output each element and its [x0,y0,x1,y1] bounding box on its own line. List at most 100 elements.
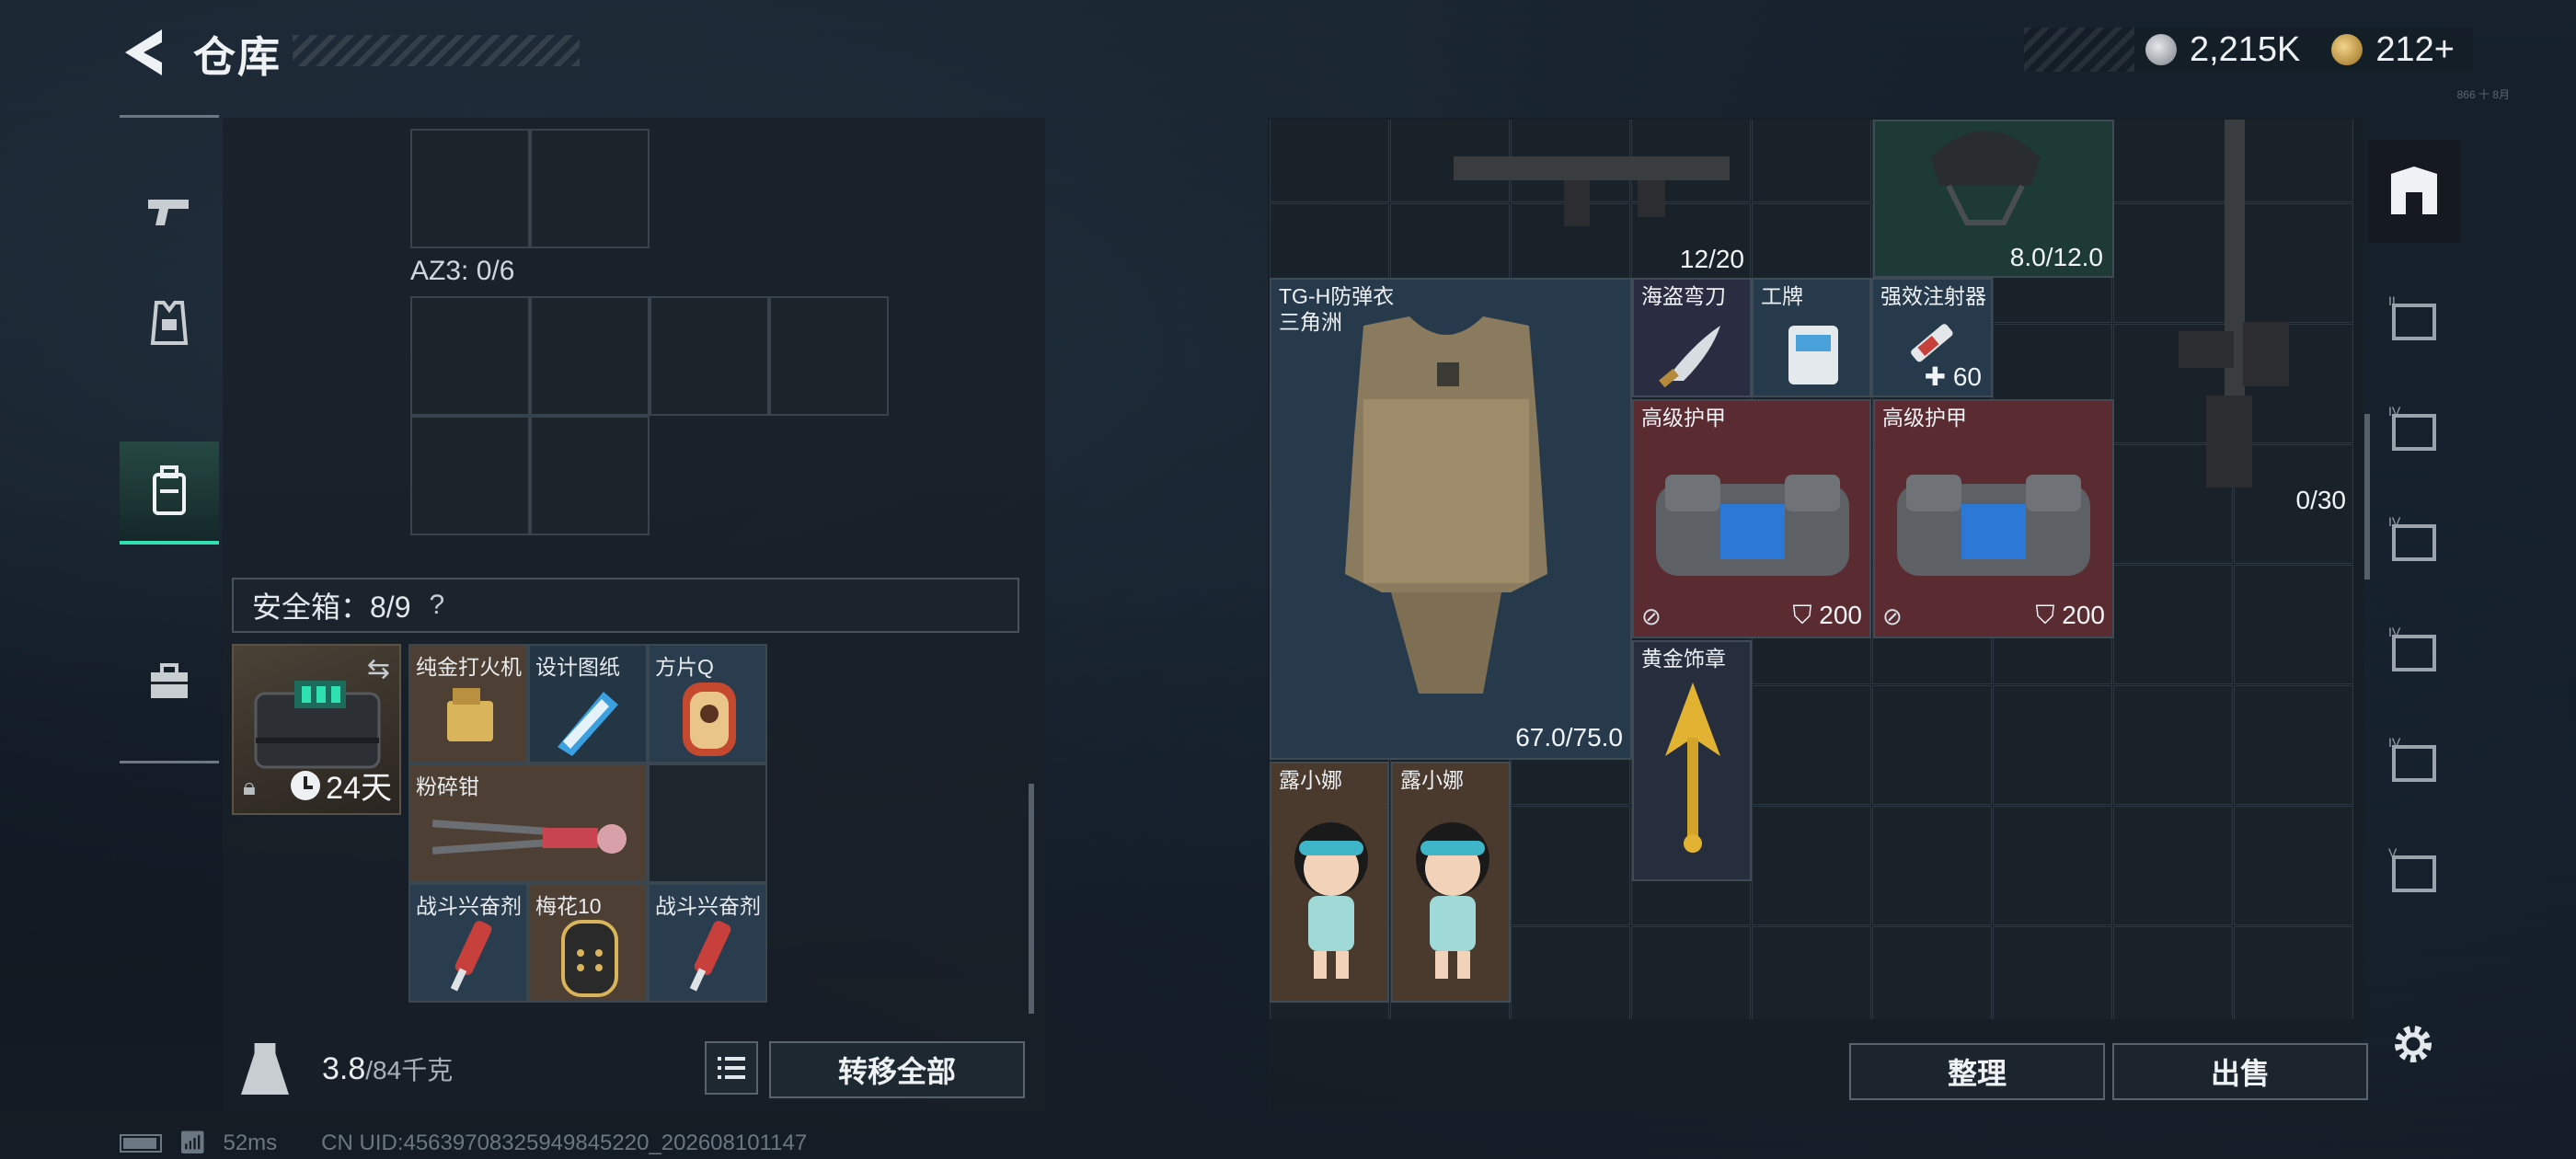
az3-slot[interactable] [530,296,650,416]
container-slot[interactable] [410,129,530,248]
smg-icon [1454,156,1730,226]
item-gold-lighter[interactable]: 纯金打火机 [408,644,528,763]
stash-grid-cell[interactable] [2234,565,2353,684]
stash-grid-cell[interactable] [1752,685,1871,805]
rail-top-line [120,115,219,118]
item-badge[interactable]: 工牌 [1752,278,1871,397]
stash-grid-cell[interactable] [1993,685,2112,805]
rail-item-armor[interactable] [120,271,219,374]
az3-slot[interactable] [410,416,530,535]
item-stimulant[interactable]: 战斗兴奋剂 [408,883,528,1003]
item-advanced-armor-1[interactable]: 高级护甲 ⊘ ⛉ 200 [1632,399,1871,638]
item-luna-figure-1[interactable]: 露小娜 [1270,762,1389,1003]
battery-icon [120,1133,162,1153]
armor-value: 200 [2062,601,2105,629]
item-body-armor[interactable]: TG-H防弹衣 三角洲 67.0/75.0 [1270,278,1632,760]
item-name: 工牌 [1761,284,1803,308]
gold-coin-icon[interactable] [2331,34,2363,65]
rail-item-container-4a[interactable]: IV [2368,377,2460,480]
silver-coin-icon [2145,34,2177,65]
stash-grid-cell[interactable] [1511,806,1630,925]
rail-item-container-4b[interactable]: IV [2368,488,2460,591]
empty-slot[interactable] [648,763,767,883]
svg-text:IV: IV [2388,514,2401,529]
container-icon: V [2388,845,2436,892]
az3-slot[interactable] [410,296,530,416]
rail-bottom-line [120,761,219,763]
rail-item-stash[interactable] [2368,140,2460,243]
top-hint-text: 866 十 8月 [2456,88,2510,101]
item-blueprint[interactable]: 设计图纸 [528,644,648,763]
rail-item-backpack[interactable] [120,442,219,545]
rail-item-container-4d[interactable]: IV [2368,708,2460,811]
item-gold-emblem[interactable]: 黄金饰章 [1632,640,1752,881]
stash-grid-cell[interactable] [1872,685,1992,805]
item-diamond-q[interactable]: 方片Q [648,644,767,763]
gold-emblem-icon [1665,683,1720,853]
stash-grid-cell[interactable] [1872,806,1992,925]
left-scrollbar[interactable] [1029,784,1034,1014]
rental-timer: 24天 [291,763,392,808]
injector-icon [689,921,731,992]
item-bolt-cutter[interactable]: 粉碎钳 [408,763,648,883]
settings-gear-icon[interactable] [2390,1021,2436,1067]
item-helmet[interactable]: 8.0/12.0 [1873,120,2114,278]
stash-grid-cell[interactable] [1993,806,2112,925]
help-icon[interactable]: ? [430,590,445,621]
shield-icon: ⛉ [2035,601,2063,629]
lock-icon: 🔒︎ [243,773,256,800]
sort-button[interactable]: 整理 [1849,1043,2105,1100]
stash-grid-cell[interactable] [2113,565,2233,684]
stash-grid-cell[interactable] [2234,926,2353,1019]
silver-amount: 2,215K [2189,29,2301,69]
item-name: 战斗兴奋剂 [655,894,761,918]
category-rail [120,115,219,763]
item-name: 高级护甲 [1882,406,1967,430]
stash-grid-cell[interactable] [2113,685,2233,805]
list-view-button[interactable] [705,1041,758,1095]
az3-slot[interactable] [530,416,650,535]
item-advanced-armor-2[interactable]: 高级护甲 ⊘ ⛉ 200 [1873,399,2114,638]
rail-item-weapons[interactable] [120,161,219,264]
stash-grid-cell[interactable] [1993,926,2112,1019]
stash-grid-cell[interactable] [2113,806,2233,925]
blueprint-icon [558,692,618,756]
stash-grid-cell[interactable] [1511,926,1630,1019]
item-assault-rifle[interactable]: 0/30 [2114,120,2355,519]
stash-grid-cell[interactable] [2234,806,2353,925]
stash-grid-cell[interactable] [1752,120,1871,202]
no-repair-icon: ⊘ [1882,602,1903,630]
stash-grid-cell[interactable] [1752,806,1871,925]
item-pirate-knife[interactable]: 海盗弯刀 [1632,278,1752,397]
armor-bag-icon [1656,475,1849,576]
az3-slot[interactable] [769,296,889,416]
transfer-all-button[interactable]: 转移全部 [769,1041,1025,1098]
back-arrow-icon[interactable] [120,26,166,79]
armor-durability: 67.0/75.0 [1515,723,1623,752]
rail-item-container-5[interactable]: V [2368,819,2460,922]
figurine-icon [1294,822,1368,979]
stash-grid-cell[interactable] [2234,685,2353,805]
safebox-case[interactable]: ⇆ 🔒︎ 24天 [232,644,401,815]
item-luna-figure-2[interactable]: 露小娜 [1391,762,1511,1003]
container-slot[interactable] [530,129,650,248]
stash-grid-cell[interactable] [1872,926,1992,1019]
item-name: 方片Q [655,655,714,679]
item-smg[interactable]: 12/20 [1270,120,1752,278]
stash-grid-cell[interactable] [2113,926,2233,1019]
stash-grid-cell[interactable] [1752,926,1871,1019]
rail-item-container-4c[interactable]: IV [2368,598,2460,701]
swap-icon[interactable]: ⇆ [367,653,390,685]
injector-count: 60 [1952,362,1982,391]
item-injector[interactable]: 强效注射器 ✚ 60 [1871,278,1993,397]
rail-item-toolbox[interactable] [120,630,219,733]
item-stimulant[interactable]: 战斗兴奋剂 [648,883,767,1003]
gold-amount[interactable]: 212+ [2375,30,2455,70]
item-clubs-10[interactable]: 梅花10 [528,883,648,1003]
az3-slot[interactable] [650,296,769,416]
safebox-capacity: 安全箱：8/9 [252,591,411,624]
sell-button[interactable]: 出售 [2112,1043,2368,1100]
stash-grid-cell[interactable] [1631,926,1751,1019]
helmet-durability: 8.0/12.0 [2009,243,2103,271]
rail-item-container-2[interactable]: II [2368,267,2460,370]
